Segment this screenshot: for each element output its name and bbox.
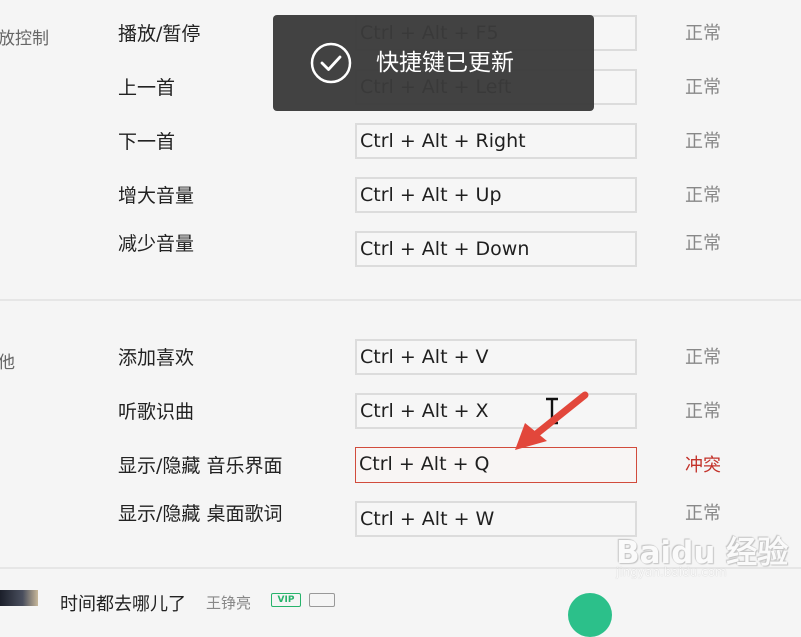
shortcut-input[interactable]: Ctrl + Alt + V [355,339,637,375]
toast-message: 快捷键已更新 [376,50,514,76]
artist-name[interactable]: 王铮亮 [206,592,251,613]
shortcut-input[interactable]: Ctrl + Alt + Right [355,123,637,159]
shortcut-row-add-favorite: 添加喜欢 Ctrl + Alt + V 正常 [0,338,801,378]
shortcut-input[interactable]: Ctrl + Alt + Up [355,177,637,213]
shortcut-input[interactable]: Ctrl + Alt + Down [355,231,637,267]
shortcut-status: 正常 [685,401,721,422]
shortcut-label: 增大音量 [118,185,195,207]
shortcut-label: 上一首 [118,77,176,99]
check-circle-icon [310,42,352,84]
shortcut-input[interactable]: Ctrl + Alt + W [355,501,637,537]
section-divider [0,299,801,301]
shortcut-row-song-recognition: 听歌识曲 Ctrl + Alt + X 正常 [0,392,801,432]
shortcut-label: 添加喜欢 [118,347,195,369]
watermark-url: jingyan.baidu.com [616,565,727,579]
shortcut-label: 播放/暂停 [118,23,201,45]
shortcut-label: 听歌识曲 [118,401,195,423]
shortcut-status: 正常 [685,233,721,254]
shortcut-row-toggle-music-window: 显示/隐藏 音乐界面 Ctrl + Alt + Q 冲突 [0,446,801,486]
album-thumbnail[interactable] [0,590,38,606]
shortcut-status: 正常 [685,77,721,98]
shortcut-status: 正常 [685,131,721,152]
mv-icon[interactable] [309,593,335,607]
toast-notification: 快捷键已更新 [273,15,594,111]
shortcut-status: 正常 [685,23,721,44]
shortcut-label: 显示/隐藏 桌面歌词 [118,503,283,525]
shortcut-status: 正常 [685,185,721,206]
shortcut-row-volume-down: 减少音量 Ctrl + Alt + Down 正常 [0,224,801,267]
shortcut-row-volume-up: 增大音量 Ctrl + Alt + Up 正常 [0,176,801,216]
shortcut-label: 显示/隐藏 音乐界面 [118,455,283,477]
now-playing-bar: 时间都去哪儿了 王铮亮 VIP [0,582,801,637]
shortcut-label: 减少音量 [118,233,195,255]
shortcut-row-next: 下一首 Ctrl + Alt + Right 正常 [0,122,801,162]
song-title[interactable]: 时间都去哪儿了 [60,590,186,616]
annotation-arrow-icon [515,391,589,450]
shortcut-status-conflict: 冲突 [685,455,721,476]
shortcut-label: 下一首 [118,131,176,153]
shortcut-status: 正常 [685,347,721,368]
vip-badge: VIP [271,593,301,607]
play-button[interactable] [568,593,612,637]
watermark: Baidu 经验 jingyan.baidu.com [612,527,788,583]
